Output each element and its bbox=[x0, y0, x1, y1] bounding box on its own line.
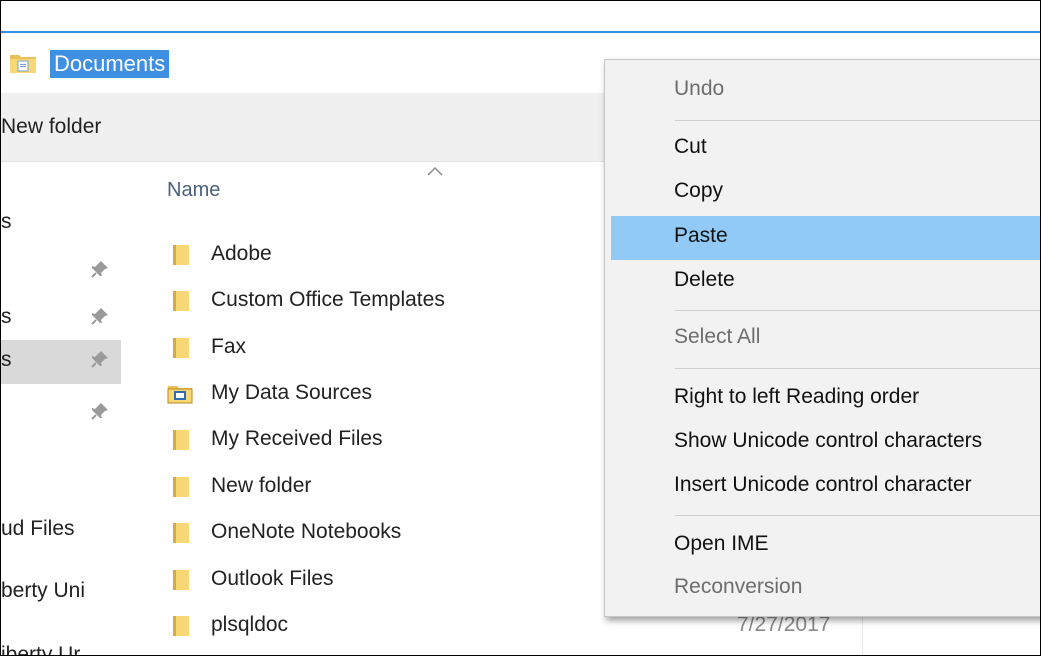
menu-item-open-ime[interactable]: Open IME bbox=[611, 524, 1040, 568]
folder-icon bbox=[173, 477, 189, 497]
sort-ascending-icon[interactable] bbox=[425, 164, 445, 178]
menu-item-label: Undo bbox=[674, 77, 725, 100]
file-name: My Data Sources bbox=[211, 381, 373, 404]
folder-icon bbox=[173, 523, 189, 543]
menu-separator bbox=[675, 120, 1040, 121]
pin-icon[interactable] bbox=[89, 348, 111, 370]
menu-item-label: Paste bbox=[674, 224, 728, 247]
nav-item-label: s bbox=[1, 210, 12, 233]
menu-item-undo[interactable]: Undo bbox=[611, 69, 1040, 113]
folder-icon bbox=[173, 245, 189, 265]
nav-item[interactable]: s bbox=[1, 297, 121, 341]
menu-item-label: Show Unicode control characters bbox=[674, 429, 983, 452]
folder-icon bbox=[173, 616, 189, 636]
pin-icon[interactable] bbox=[89, 400, 111, 422]
menu-item-label: Right to left Reading order bbox=[674, 385, 920, 408]
file-name: Adobe bbox=[211, 242, 272, 265]
documents-folder-icon bbox=[10, 55, 36, 73]
menu-item-reconversion[interactable]: Reconversion bbox=[611, 567, 1040, 611]
menu-item-insert-unicode[interactable]: Insert Unicode control character bbox=[611, 465, 1040, 509]
menu-separator bbox=[675, 515, 1040, 516]
nav-item-label: ud Files bbox=[1, 517, 75, 540]
folder-icon bbox=[173, 338, 189, 358]
column-header-name[interactable]: Name bbox=[167, 179, 220, 202]
menu-item-delete[interactable]: Delete bbox=[611, 260, 1040, 304]
new-folder-button[interactable]: New folder bbox=[1, 115, 101, 139]
menu-item-rtl-reading-order[interactable]: Right to left Reading order bbox=[611, 377, 1040, 421]
nav-item[interactable]: ud Files bbox=[1, 509, 121, 553]
pin-icon[interactable] bbox=[89, 258, 111, 280]
pin-icon[interactable] bbox=[89, 305, 111, 327]
nav-item[interactable]: s bbox=[1, 202, 121, 246]
menu-item-cut[interactable]: Cut bbox=[611, 127, 1040, 171]
nav-item[interactable] bbox=[1, 392, 121, 436]
context-menu: Undo Cut Copy Paste Delete Select All Ri… bbox=[604, 59, 1040, 617]
address-path-selected[interactable]: Documents bbox=[50, 50, 170, 78]
file-name: OneNote Notebooks bbox=[211, 520, 402, 543]
folder-icon bbox=[173, 570, 189, 590]
nav-item-selected[interactable]: s bbox=[1, 340, 121, 384]
file-name: Outlook Files bbox=[211, 567, 334, 590]
menu-item-label: Reconversion bbox=[674, 575, 803, 598]
file-name: plsqldoc bbox=[211, 613, 289, 636]
navigation-pane[interactable]: s s s ud Files berty Uni iberty Ur bbox=[1, 162, 124, 656]
file-name: New folder bbox=[211, 474, 312, 497]
menu-item-label: Cut bbox=[674, 135, 707, 158]
menu-separator bbox=[675, 310, 1040, 311]
folder-icon bbox=[173, 291, 189, 311]
menu-separator bbox=[675, 368, 1040, 369]
nav-item-label: s bbox=[1, 305, 12, 328]
menu-item-label: Open IME bbox=[674, 532, 769, 555]
nav-item-label: s bbox=[1, 348, 12, 371]
file-name: Custom Office Templates bbox=[211, 288, 445, 311]
menu-item-select-all[interactable]: Select All bbox=[611, 317, 1040, 361]
folder-icon bbox=[173, 430, 189, 450]
menu-item-show-unicode[interactable]: Show Unicode control characters bbox=[611, 421, 1040, 465]
nav-item-label: iberty Ur bbox=[1, 643, 81, 656]
file-explorer-window: Documents New folder s s s ud Files bert… bbox=[0, 0, 1041, 656]
menu-item-label: Insert Unicode control character bbox=[674, 473, 972, 496]
nav-item-label: berty Uni bbox=[1, 579, 86, 602]
menu-item-label: Select All bbox=[674, 325, 761, 348]
menu-item-paste[interactable]: Paste bbox=[611, 216, 1040, 260]
nav-item[interactable]: berty Uni bbox=[1, 571, 121, 615]
menu-item-label: Copy bbox=[674, 179, 724, 202]
menu-item-label: Delete bbox=[674, 268, 735, 291]
file-name: My Received Files bbox=[211, 427, 383, 450]
file-name: Fax bbox=[211, 335, 247, 358]
menu-item-copy[interactable]: Copy bbox=[611, 171, 1040, 215]
nav-item[interactable] bbox=[1, 250, 121, 294]
data-sources-folder-icon bbox=[167, 386, 193, 404]
nav-item[interactable]: iberty Ur bbox=[1, 635, 121, 656]
